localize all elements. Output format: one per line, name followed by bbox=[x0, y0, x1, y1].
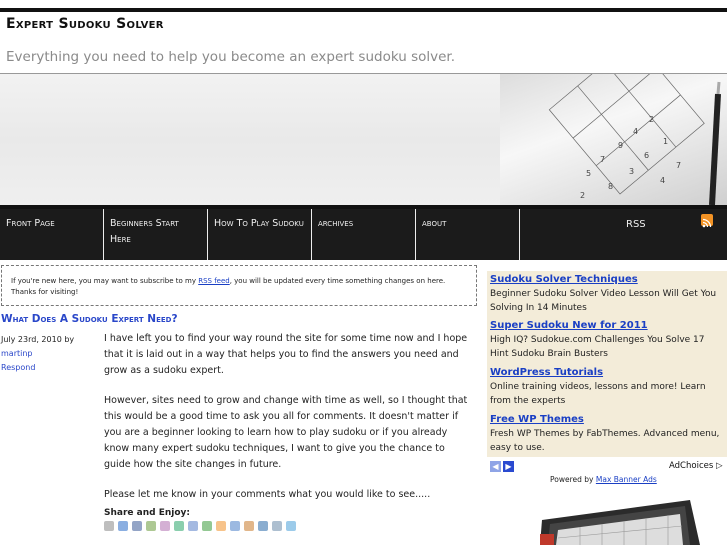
notice-text-before: If you're new here, you may want to subs… bbox=[11, 277, 199, 285]
ad-block: Sudoku Solver Techniques Beginner Sudoku… bbox=[487, 271, 727, 457]
share-icons bbox=[104, 521, 296, 531]
nav-beginners-start-here[interactable]: Beginners Start Here bbox=[104, 209, 208, 260]
adchoices-icon: ▷ bbox=[715, 461, 723, 471]
powered-by: Powered by Max Banner Ads bbox=[550, 475, 657, 484]
linkedin-icon[interactable] bbox=[258, 521, 268, 531]
post-paragraph: I have left you to find your way round t… bbox=[104, 333, 468, 376]
ad-description: Fresh WP Themes by FabThemes. Advanced m… bbox=[490, 429, 720, 453]
post-author-link[interactable]: martinp bbox=[1, 347, 74, 361]
top-bar bbox=[0, 8, 727, 12]
ad-next-button[interactable]: ▶ bbox=[503, 461, 514, 472]
svg-text:2: 2 bbox=[649, 115, 654, 124]
header-banner: 579 428 361 247 bbox=[0, 74, 727, 205]
twitter-icon[interactable] bbox=[286, 521, 296, 531]
ad-title[interactable]: WordPress Tutorials bbox=[490, 366, 723, 380]
svg-text:8: 8 bbox=[608, 182, 613, 191]
respond-link[interactable]: Respond bbox=[1, 361, 74, 375]
nav-how-to-play-sudoku[interactable]: How To Play Sudoku bbox=[208, 209, 312, 260]
ad-item[interactable]: Sudoku Solver Techniques Beginner Sudoku… bbox=[490, 273, 723, 315]
stumbleupon-icon[interactable] bbox=[174, 521, 184, 531]
ad-item[interactable]: Super Sudoku New for 2011 High IQ? Sudok… bbox=[490, 319, 723, 361]
ad-description: High IQ? Sudokue.com Challenges You Solv… bbox=[490, 335, 705, 359]
digg-icon[interactable] bbox=[118, 521, 128, 531]
product-image[interactable] bbox=[540, 490, 705, 545]
blogger-icon[interactable] bbox=[216, 521, 226, 531]
blinklist-icon[interactable] bbox=[188, 521, 198, 531]
ad-prev-button[interactable]: ◀ bbox=[490, 461, 501, 472]
nav-rss[interactable]: RSS bbox=[620, 209, 680, 260]
post-paragraph: However, sites need to grow and change w… bbox=[104, 395, 468, 470]
google-bookmarks-icon[interactable] bbox=[160, 521, 170, 531]
nav-archives[interactable]: archives bbox=[312, 209, 416, 260]
post-paragraph: Please let me know in your comments what… bbox=[104, 489, 431, 500]
facebook-icon[interactable] bbox=[132, 521, 142, 531]
yahoo-buzz-icon[interactable] bbox=[244, 521, 254, 531]
svg-text:4: 4 bbox=[633, 127, 638, 136]
post-title[interactable]: What Does A Sudoku Expert Need? bbox=[1, 313, 178, 325]
svg-text:2: 2 bbox=[580, 191, 585, 200]
mixx-icon[interactable] bbox=[146, 521, 156, 531]
ad-description: Online training videos, lessons and more… bbox=[490, 382, 706, 406]
sudoku-grid-pen-image: 579 428 361 247 bbox=[548, 74, 721, 205]
ad-item[interactable]: WordPress Tutorials Online training vide… bbox=[490, 366, 723, 408]
svg-text:7: 7 bbox=[600, 155, 605, 164]
subscribe-notice: If you're new here, you may want to subs… bbox=[1, 265, 477, 306]
post-body: I have left you to find your way round t… bbox=[104, 331, 472, 517]
nav-about[interactable]: about bbox=[416, 209, 520, 260]
svg-text:3: 3 bbox=[629, 167, 634, 176]
ad-title[interactable]: Free WP Themes bbox=[490, 413, 723, 427]
svg-text:6: 6 bbox=[644, 151, 649, 160]
adchoices-link[interactable]: AdChoices ▷ bbox=[669, 461, 723, 471]
post-meta: July 23rd, 2010 by martinp Respond bbox=[1, 333, 74, 375]
delicious-icon[interactable] bbox=[202, 521, 212, 531]
technorati-icon[interactable] bbox=[230, 521, 240, 531]
email-icon[interactable] bbox=[272, 521, 282, 531]
rss-feed-link[interactable]: RSS feed bbox=[198, 277, 230, 285]
rss-feed-icon[interactable] bbox=[701, 214, 713, 228]
print-icon[interactable] bbox=[104, 521, 114, 531]
main-nav: Front Page Beginners Start Here How To P… bbox=[0, 205, 727, 260]
share-label: Share and Enjoy: bbox=[104, 508, 190, 518]
post-date: July 23rd, 2010 by bbox=[1, 335, 75, 344]
svg-text:7: 7 bbox=[676, 161, 681, 170]
svg-text:4: 4 bbox=[660, 176, 665, 185]
site-tagline: Everything you need to help you become a… bbox=[6, 49, 456, 65]
adchoices-label: AdChoices bbox=[669, 461, 714, 471]
max-banner-ads-link[interactable]: Max Banner Ads bbox=[596, 475, 657, 484]
ad-description: Beginner Sudoku Solver Video Lesson Will… bbox=[490, 289, 717, 313]
svg-text:5: 5 bbox=[586, 169, 591, 178]
site-title[interactable]: Expert Sudoku Solver bbox=[6, 16, 164, 32]
svg-text:1: 1 bbox=[663, 137, 668, 146]
powered-by-label: Powered by bbox=[550, 475, 594, 484]
nav-front-page[interactable]: Front Page bbox=[0, 209, 104, 260]
ad-title[interactable]: Sudoku Solver Techniques bbox=[490, 273, 723, 287]
ad-navigation: ◀ ▶ bbox=[490, 461, 514, 472]
ad-title[interactable]: Super Sudoku New for 2011 bbox=[490, 319, 723, 333]
svg-text:9: 9 bbox=[618, 141, 623, 150]
ad-item[interactable]: Free WP Themes Fresh WP Themes by FabThe… bbox=[490, 413, 723, 455]
